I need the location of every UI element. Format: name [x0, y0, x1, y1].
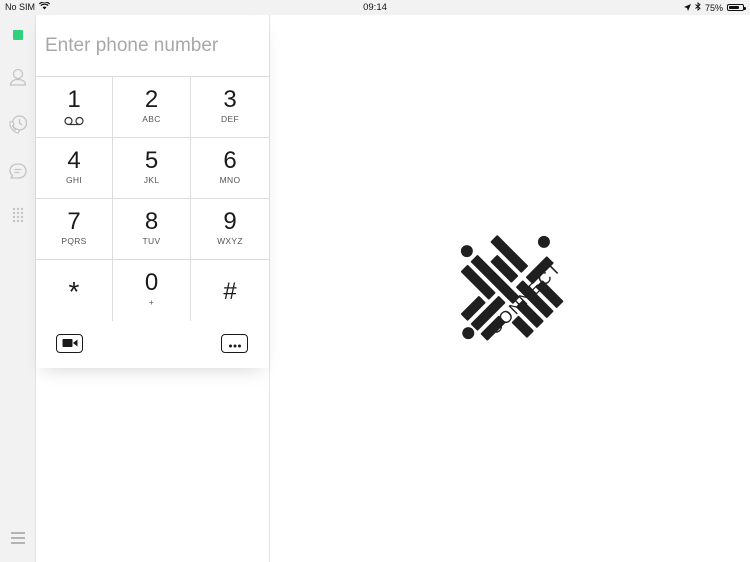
- key-letters: MNO: [219, 175, 241, 185]
- dialpad-icon[interactable]: [7, 205, 29, 227]
- key-letters: TUV: [142, 236, 161, 246]
- key-symbol: *: [68, 276, 80, 307]
- dialer-panel: 1 2 ABC 3 DEF 4 GHI 5 JKL: [36, 15, 270, 562]
- key-3[interactable]: 3 DEF: [191, 77, 269, 138]
- status-bar: No SIM 09:14 75%: [0, 0, 750, 15]
- menu-icon[interactable]: [7, 527, 29, 549]
- key-symbol: #: [223, 278, 237, 305]
- more-options-button[interactable]: [221, 334, 248, 353]
- key-digit: 8: [144, 208, 159, 235]
- key-7[interactable]: 7 PQRS: [36, 199, 113, 260]
- dialpad-dot: [16, 215, 20, 219]
- dialpad-dot: [12, 219, 16, 223]
- dialpad-dot: [16, 219, 20, 223]
- key-letters: WXYZ: [217, 236, 243, 246]
- key-letters: +: [148, 297, 155, 307]
- key-digit: 2: [144, 86, 159, 113]
- key-digit: 9: [223, 208, 237, 235]
- video-call-icon: [62, 335, 78, 353]
- dialpad-dot: [12, 211, 16, 215]
- key-digit: 0: [144, 269, 159, 296]
- key-hash[interactable]: #: [191, 260, 269, 321]
- key-9[interactable]: 9 WXYZ: [191, 199, 269, 260]
- voicemail-icon: [64, 113, 84, 131]
- key-digit: 6: [223, 147, 237, 174]
- key-letters: DEF: [221, 114, 239, 124]
- dialpad-dot: [20, 207, 24, 211]
- key-8[interactable]: 8 TUV: [113, 199, 191, 260]
- key-0[interactable]: 0 +: [113, 260, 191, 321]
- key-digit: 1: [67, 86, 81, 113]
- key-letters: PQRS: [61, 236, 87, 246]
- dialpad-dot: [12, 215, 16, 219]
- dialpad-dot: [20, 219, 24, 223]
- key-5[interactable]: 5 JKL: [113, 138, 191, 199]
- bluetooth-icon: [695, 2, 701, 13]
- key-6[interactable]: 6 MNO: [191, 138, 269, 199]
- key-digit: 3: [223, 86, 237, 113]
- dialpad-dot: [12, 207, 16, 211]
- dialer-card: 1 2 ABC 3 DEF 4 GHI 5 JKL: [36, 15, 269, 368]
- dialpad-dot: [16, 211, 20, 215]
- clock: 09:14: [363, 2, 387, 13]
- key-letters: GHI: [65, 175, 82, 185]
- battery-icon: [727, 4, 746, 11]
- dialpad-dot: [20, 215, 24, 219]
- more-options-icon: [228, 335, 242, 353]
- contacts-icon[interactable]: [7, 66, 29, 88]
- presence-status-icon[interactable]: [13, 30, 23, 40]
- dialpad-dot: [16, 207, 20, 211]
- key-letters: ABC: [142, 114, 161, 124]
- battery-percent: 75%: [704, 2, 723, 13]
- brand-logo: CONNECT: [430, 210, 600, 380]
- key-4[interactable]: 4 GHI: [36, 138, 113, 199]
- key-digit: 4: [67, 147, 81, 174]
- keypad: 1 2 ABC 3 DEF 4 GHI 5 JKL 6 MNO 7 PQRS 8…: [36, 76, 269, 321]
- dialpad-dot: [20, 211, 24, 215]
- key-2[interactable]: 2 ABC: [113, 77, 191, 138]
- key-digit: 5: [144, 147, 159, 174]
- video-call-button[interactable]: [56, 334, 83, 353]
- messages-icon[interactable]: [7, 160, 29, 182]
- phone-number-input[interactable]: [36, 15, 269, 76]
- key-digit: 7: [67, 208, 81, 235]
- location-icon: [683, 3, 691, 13]
- key-letters: JKL: [143, 175, 160, 185]
- key-1[interactable]: 1: [36, 77, 113, 138]
- sidebar: [0, 15, 36, 562]
- key-star[interactable]: *: [36, 260, 113, 321]
- call-history-icon[interactable]: [7, 113, 29, 135]
